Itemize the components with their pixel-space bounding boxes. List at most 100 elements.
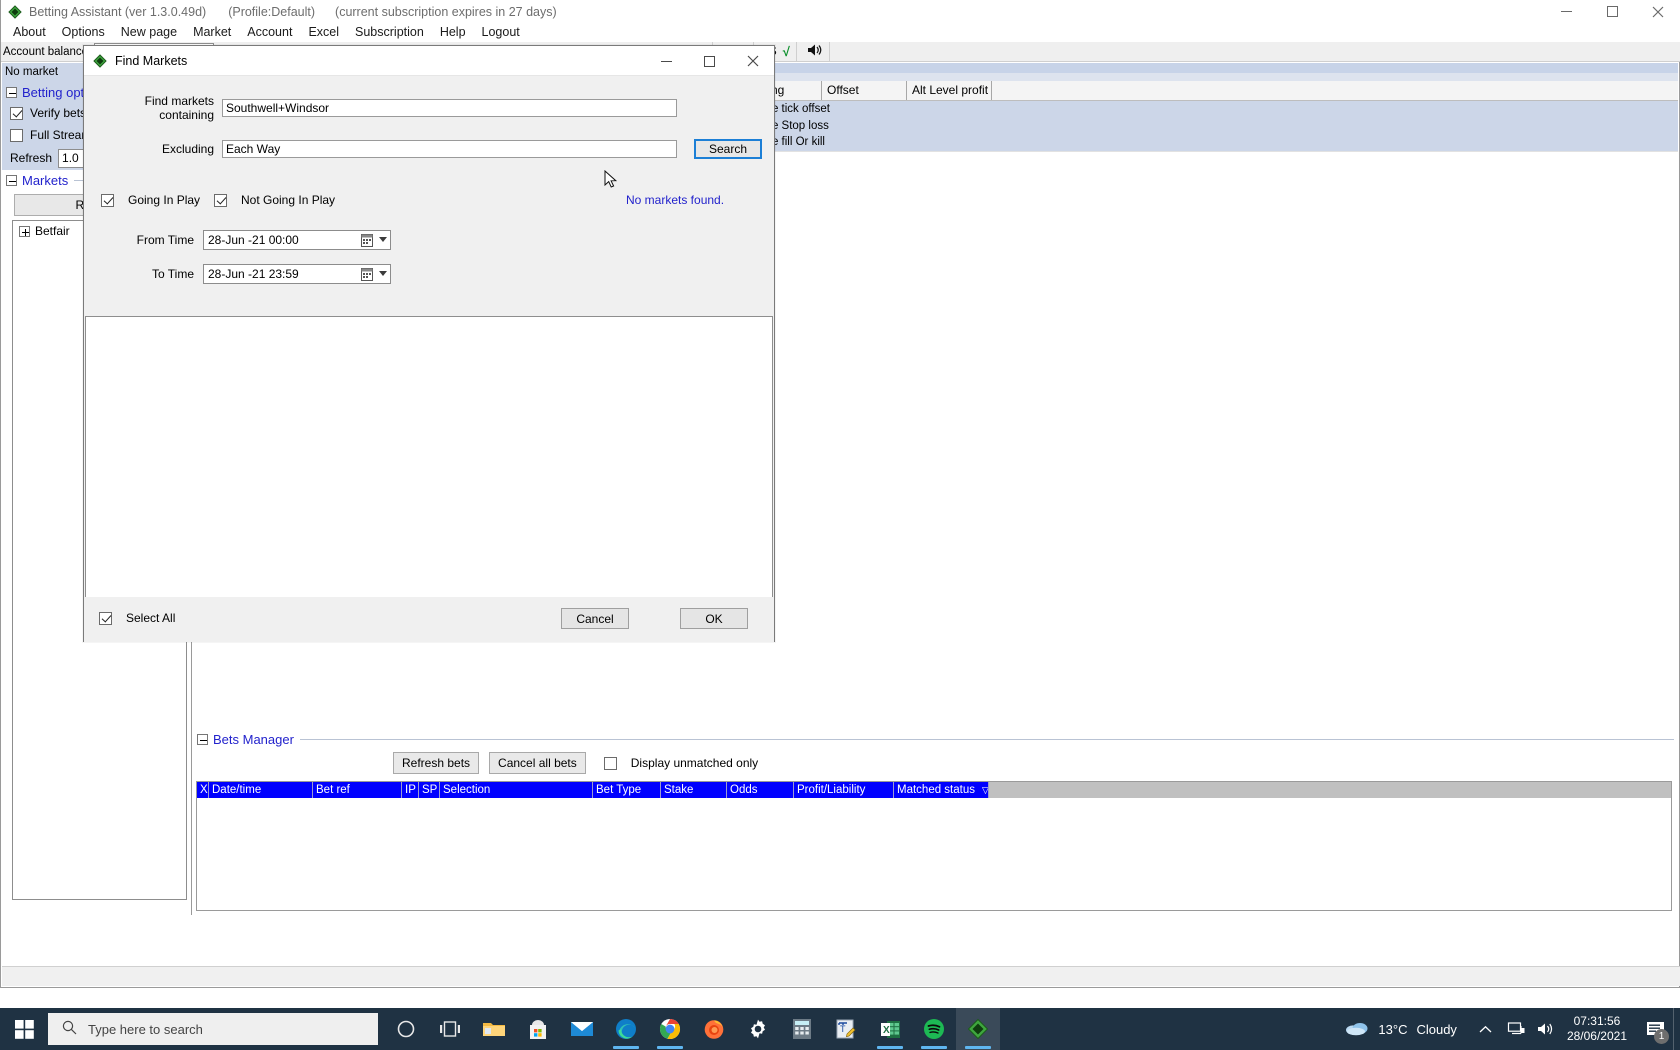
ok-button[interactable]: OK — [680, 608, 748, 629]
refresh-bets-button[interactable]: Refresh bets — [393, 752, 480, 774]
select-all-row[interactable]: Select All — [99, 611, 175, 625]
to-time-label: To Time — [151, 267, 194, 281]
mouse-pointer-icon — [604, 169, 618, 193]
betting-assistant-icon[interactable] — [956, 1008, 1000, 1050]
from-time-field[interactable]: 28-Jun -21 00:00 — [203, 230, 391, 250]
menu-item-new-page[interactable]: New page — [113, 23, 185, 42]
bets-column-datetime[interactable]: Date/time — [209, 782, 313, 798]
network-icon[interactable] — [1501, 1008, 1531, 1050]
app-title: Betting Assistant (ver 1.3.0.49d) — [29, 4, 207, 19]
bets-column-odds[interactable]: Odds — [727, 782, 794, 798]
going-in-play-checkbox[interactable] — [101, 193, 114, 207]
spotify-icon[interactable] — [912, 1008, 956, 1050]
firefox-icon[interactable] — [692, 1008, 736, 1050]
weather-widget[interactable]: 13°C Cloudy — [1345, 1019, 1457, 1039]
group-divider — [299, 738, 1674, 740]
calendar-icon[interactable] — [360, 233, 374, 248]
minus-box-icon[interactable] — [197, 733, 208, 745]
bets-column-filler — [989, 782, 1671, 798]
mail-icon[interactable] — [560, 1008, 604, 1050]
clock[interactable]: 07:31:56 28/06/2021 — [1567, 1014, 1627, 1044]
column-header-alt-level-profit[interactable]: Alt Level profit — [906, 81, 991, 100]
google-chrome-icon[interactable] — [648, 1008, 692, 1050]
dialog-maximize-button[interactable] — [688, 46, 731, 76]
refresh-label: Refresh — [10, 151, 53, 165]
verify-bets-checkbox[interactable] — [10, 106, 23, 120]
menu-item-about[interactable]: About — [5, 23, 54, 42]
microsoft-edge-icon[interactable] — [604, 1008, 648, 1050]
column-header-offset[interactable]: Offset — [821, 81, 906, 100]
file-explorer-icon[interactable] — [472, 1008, 516, 1050]
bets-column-profit-liability[interactable]: Profit/Liability — [794, 782, 894, 798]
chevron-up-icon[interactable] — [1471, 1008, 1501, 1050]
chevron-down-icon[interactable] — [379, 237, 387, 242]
close-button[interactable] — [1635, 0, 1680, 23]
dialog-footer: Select All Cancel OK — [84, 597, 774, 642]
sort-descending-icon: ▽ — [981, 785, 989, 795]
bets-column-bet-type[interactable]: Bet Type — [593, 782, 661, 798]
windows-taskbar: Type here to search T X 13°C Cloudy 07:3… — [0, 1008, 1680, 1050]
full-stream-checkbox[interactable] — [10, 128, 23, 142]
select-all-checkbox[interactable] — [99, 611, 112, 625]
menu-item-subscription[interactable]: Subscription — [347, 23, 432, 42]
bets-column-matched-status[interactable]: Matched status ▽ — [894, 782, 989, 798]
not-going-in-play-checkbox[interactable] — [214, 193, 227, 207]
menu-item-excel[interactable]: Excel — [300, 23, 347, 42]
excel-icon[interactable]: X — [868, 1008, 912, 1050]
cortana-icon[interactable] — [384, 1008, 428, 1050]
bets-column-stake[interactable]: Stake — [661, 782, 727, 798]
minus-box-icon[interactable] — [6, 174, 17, 186]
minus-box-icon[interactable] — [6, 86, 17, 98]
volume-icon[interactable] — [1531, 1008, 1561, 1050]
search-button[interactable]: Search — [694, 139, 762, 159]
menu-item-account[interactable]: Account — [239, 23, 300, 42]
bets-column-x[interactable]: X — [197, 782, 209, 798]
maximize-button[interactable] — [1589, 0, 1635, 23]
chevron-down-icon[interactable] — [379, 271, 387, 276]
excluding-row: Excluding Each Way — [84, 140, 774, 158]
bets-column-selection[interactable]: Selection — [440, 782, 593, 798]
bets-manager-header[interactable]: Bets Manager — [193, 730, 1678, 748]
find-markets-input[interactable]: Southwell+Windsor — [222, 99, 677, 117]
display-unmatched-checkbox[interactable] — [603, 756, 617, 770]
action-center-icon[interactable]: 1 — [1637, 1008, 1673, 1050]
to-time-row: To Time 28-Jun -21 23:59 — [84, 264, 391, 284]
going-in-play-row[interactable]: Going In Play — [101, 193, 200, 207]
bets-column-sp[interactable]: SP — [419, 782, 440, 798]
display-unmatched-row[interactable]: Display unmatched only — [603, 756, 758, 770]
app-subscription: (current subscription expires in 27 days… — [335, 4, 557, 19]
plus-box-icon[interactable] — [19, 225, 30, 237]
microsoft-store-icon[interactable] — [516, 1008, 560, 1050]
dialog-window-buttons — [645, 46, 774, 76]
notification-count-badge: 1 — [1654, 1029, 1669, 1044]
to-time-field[interactable]: 28-Jun -21 23:59 — [203, 264, 391, 284]
bets-column-ip[interactable]: IP — [402, 782, 419, 798]
settings-gear-icon[interactable] — [736, 1008, 780, 1050]
cancel-all-bets-button[interactable]: Cancel all bets — [489, 752, 586, 774]
weather-temperature: 13°C — [1378, 1021, 1408, 1037]
find-markets-row: Find markets containing Southwell+Windso… — [84, 94, 774, 122]
not-going-in-play-row[interactable]: Not Going In Play — [214, 193, 335, 207]
excluding-input[interactable]: Each Way — [222, 140, 677, 158]
find-markets-label: Find markets containing — [144, 94, 214, 122]
calendar-icon[interactable] — [360, 267, 374, 282]
search-input[interactable]: Type here to search — [48, 1013, 378, 1045]
calculator-icon[interactable] — [780, 1008, 824, 1050]
task-view-icon[interactable] — [428, 1008, 472, 1050]
menu-item-options[interactable]: Options — [54, 23, 113, 42]
bets-column-bet-ref[interactable]: Bet ref — [313, 782, 402, 798]
market-results-list[interactable] — [85, 316, 773, 628]
search-placeholder: Type here to search — [88, 1021, 203, 1037]
dialog-close-button[interactable] — [731, 46, 774, 76]
dialog-minimize-button[interactable] — [645, 46, 688, 76]
menu-item-logout[interactable]: Logout — [474, 23, 528, 42]
show-desktop-button[interactable] — [1673, 1008, 1680, 1050]
cancel-button[interactable]: Cancel — [561, 608, 629, 629]
not-going-in-play-label: Not Going In Play — [241, 193, 336, 207]
speaker-button[interactable] — [797, 41, 830, 62]
windows-start-icon[interactable] — [0, 1008, 48, 1050]
minimize-button[interactable] — [1543, 0, 1589, 23]
menu-item-help[interactable]: Help — [432, 23, 474, 42]
sticky-notes-icon[interactable]: T — [824, 1008, 868, 1050]
menu-item-market[interactable]: Market — [185, 23, 239, 42]
